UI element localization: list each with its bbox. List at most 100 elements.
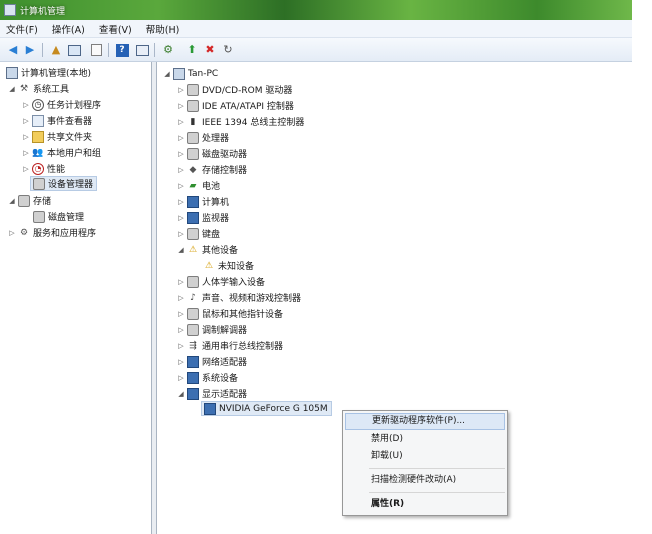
tree-item-task-scheduler[interactable]: ▷ ◷ 任务计划程序 — [22, 97, 101, 112]
computer-management-window: 计算机管理 文件(F) 操作(A) 查看(V) 帮助(H) ◀ ▶ ▲ ? ⚙ … — [0, 0, 632, 534]
network-adapter-icon — [187, 355, 199, 368]
expand-arrow-icon[interactable]: ▷ — [177, 102, 185, 110]
device-category-ide[interactable]: ▷ IDE ATA/ATAPI 控制器 — [177, 98, 294, 113]
menu-action[interactable]: 操作(A) — [52, 22, 85, 36]
expand-arrow-icon[interactable]: ▷ — [177, 342, 185, 350]
device-category-storage-controllers[interactable]: ▷ ◆ 存储控制器 — [177, 162, 247, 177]
expand-arrow-icon[interactable]: ▷ — [177, 150, 185, 158]
tree-item-disk-management[interactable]: 磁盘管理 — [31, 209, 84, 224]
device-category-other-devices[interactable]: ◢ ⚠ 其他设备 — [177, 242, 238, 257]
expand-arrow-icon[interactable]: ▷ — [177, 86, 185, 94]
device-tree-root[interactable]: ◢ Tan-PC — [163, 66, 218, 81]
title-bar: 计算机管理 — [0, 0, 632, 20]
menu-scan-hardware[interactable]: 扫描检测硬件改动(A) — [345, 472, 505, 489]
menu-file[interactable]: 文件(F) — [6, 22, 38, 36]
warning-icon: ⚠ — [204, 260, 214, 271]
expand-arrow-icon[interactable]: ▷ — [177, 374, 185, 382]
menu-update-driver[interactable]: 更新驱动程序软件(P)... — [345, 413, 505, 430]
expand-arrow-icon[interactable]: ▷ — [177, 182, 185, 190]
device-category-usb[interactable]: ▷ ⇶ 通用串行总线控制器 — [177, 338, 283, 353]
expand-arrow-icon[interactable]: ▷ — [177, 230, 185, 238]
expand-arrow-icon[interactable]: ▷ — [177, 134, 185, 142]
device-category-network-adapters[interactable]: ▷ 网络适配器 — [177, 354, 247, 369]
battery-icon: ▰ — [189, 180, 197, 191]
device-category-display-adapters[interactable]: ◢ 显示适配器 — [177, 386, 247, 401]
device-category-batteries[interactable]: ▷ ▰ 电池 — [177, 178, 220, 193]
expand-arrow-icon[interactable]: ▷ — [22, 165, 30, 173]
device-category-disk-drives[interactable]: ▷ 磁盘驱动器 — [177, 146, 247, 161]
menu-uninstall[interactable]: 卸载(U) — [345, 448, 505, 465]
collapse-arrow-icon[interactable]: ◢ — [163, 70, 171, 78]
expand-arrow-icon[interactable]: ▷ — [177, 358, 185, 366]
expand-arrow-icon[interactable]: ▷ — [22, 149, 30, 157]
ide-controller-icon — [187, 99, 199, 112]
disk-management-icon — [33, 210, 45, 223]
forward-arrow-icon[interactable]: ▶ — [22, 42, 38, 58]
expand-arrow-icon[interactable]: ▷ — [22, 117, 30, 125]
expand-arrow-icon[interactable]: ▷ — [22, 101, 30, 109]
device-category-monitors[interactable]: ▷ 监视器 — [177, 210, 229, 225]
device-category-system-devices[interactable]: ▷ 系统设备 — [177, 370, 238, 385]
scan-hardware-icon[interactable]: ⚙ — [160, 42, 176, 58]
device-category-dvd[interactable]: ▷ DVD/CD-ROM 驱动器 — [177, 82, 292, 97]
tree-item-event-viewer[interactable]: ▷ 事件查看器 — [22, 113, 92, 128]
expand-arrow-icon[interactable]: ▷ — [177, 326, 185, 334]
device-category-modems[interactable]: ▷ 调制解调器 — [177, 322, 247, 337]
tree-item-system-tools[interactable]: ◢ ⚒ 系统工具 — [8, 81, 69, 96]
device-category-hid[interactable]: ▷ 人体学输入设备 — [177, 274, 265, 289]
menu-separator — [369, 492, 505, 493]
tree-item-device-manager[interactable]: 设备管理器 — [30, 176, 98, 191]
show-hide-tree-icon[interactable] — [66, 42, 82, 58]
device-category-keyboards[interactable]: ▷ 键盘 — [177, 226, 220, 241]
expand-arrow-icon[interactable]: ▷ — [177, 278, 185, 286]
help-icon[interactable]: ? — [114, 42, 130, 58]
up-folder-icon[interactable]: ▲ — [48, 42, 64, 58]
back-arrow-icon[interactable]: ◀ — [5, 42, 21, 58]
device-category-mice[interactable]: ▷ 鼠标和其他指针设备 — [177, 306, 283, 321]
expand-arrow-icon[interactable]: ▷ — [177, 198, 185, 206]
menu-properties[interactable]: 属性(R) — [345, 496, 505, 513]
expand-arrow-icon[interactable]: ▷ — [22, 133, 30, 141]
services-icon: ⚙ — [19, 227, 29, 238]
hid-icon — [187, 275, 199, 288]
expand-arrow-icon[interactable]: ▷ — [177, 166, 185, 174]
collapse-arrow-icon[interactable]: ◢ — [177, 246, 185, 254]
device-nvidia-geforce[interactable]: NVIDIA GeForce G 105M — [201, 401, 332, 416]
tree-item-performance[interactable]: ▷ ◔ 性能 — [22, 161, 65, 176]
device-category-ieee1394[interactable]: ▷ ▮ IEEE 1394 总线主控制器 — [177, 114, 304, 129]
device-unknown-device[interactable]: ⚠ 未知设备 — [201, 258, 254, 273]
monitor-icon — [187, 211, 199, 224]
users-icon: 👥 — [32, 147, 44, 158]
speaker-icon: ♪ — [190, 292, 196, 303]
device-category-computer[interactable]: ▷ 计算机 — [177, 194, 229, 209]
clock-icon: ◷ — [32, 98, 44, 111]
computer-icon — [187, 195, 199, 208]
collapse-arrow-icon[interactable]: ◢ — [8, 197, 16, 205]
collapse-arrow-icon[interactable]: ◢ — [177, 390, 185, 398]
uninstall-icon[interactable]: ✖ — [202, 42, 218, 58]
collapse-arrow-icon[interactable]: ◢ — [8, 85, 16, 93]
expand-arrow-icon[interactable]: ▷ — [177, 310, 185, 318]
tree-item-computer-management[interactable]: 计算机管理(本地) — [4, 65, 91, 80]
tree-item-shared-folders[interactable]: ▷ 共享文件夹 — [22, 129, 92, 144]
properties-icon[interactable] — [134, 42, 150, 58]
expand-arrow-icon[interactable]: ▷ — [177, 214, 185, 222]
tree-item-services-applications[interactable]: ▷ ⚙ 服务和应用程序 — [8, 225, 96, 240]
expand-arrow-icon[interactable]: ▷ — [8, 229, 16, 237]
menu-view[interactable]: 查看(V) — [99, 22, 132, 36]
navigation-tree: 计算机管理(本地) ◢ ⚒ 系统工具 ▷ ◷ 任务计划程序 ▷ 事件查看器 ▷ … — [0, 62, 152, 534]
tree-item-local-users-groups[interactable]: ▷ 👥 本地用户和组 — [22, 145, 101, 160]
device-category-sound[interactable]: ▷ ♪ 声音、视频和游戏控制器 — [177, 290, 301, 305]
menu-disable[interactable]: 禁用(D) — [345, 431, 505, 448]
expand-arrow-icon[interactable]: ▷ — [177, 118, 185, 126]
disable-device-icon[interactable]: ↻ — [220, 42, 236, 58]
storage-controller-icon: ◆ — [189, 164, 197, 175]
tree-item-storage[interactable]: ◢ 存储 — [8, 193, 51, 208]
export-list-icon[interactable] — [88, 42, 104, 58]
device-category-processors[interactable]: ▷ 处理器 — [177, 130, 229, 145]
ieee1394-icon: ▮ — [190, 116, 196, 127]
expand-arrow-icon[interactable]: ▷ — [177, 294, 185, 302]
system-devices-icon — [187, 371, 199, 384]
menu-help[interactable]: 帮助(H) — [146, 22, 180, 36]
update-driver-icon[interactable]: ⬆ — [184, 42, 200, 58]
